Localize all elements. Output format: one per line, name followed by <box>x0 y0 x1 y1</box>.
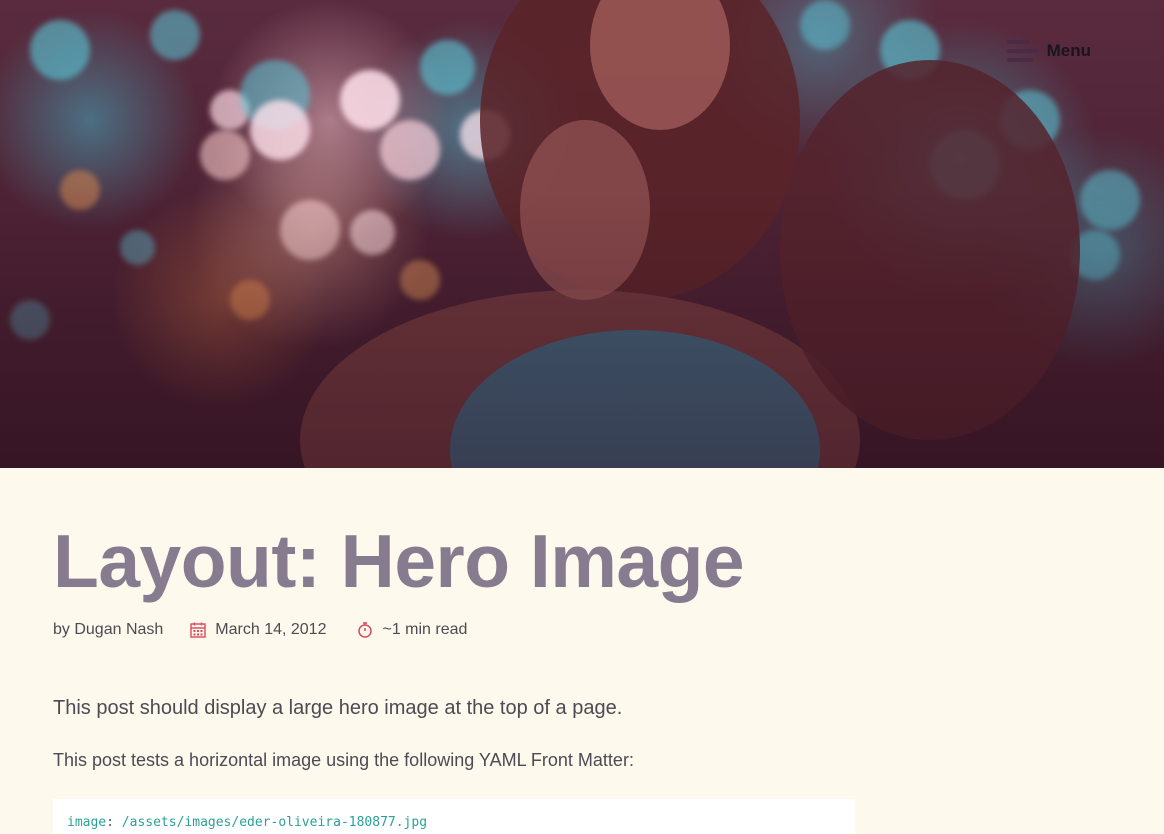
hamburger-icon <box>1006 40 1039 62</box>
menu-label: Menu <box>1046 41 1091 60</box>
post-date-text: March 14, 2012 <box>215 621 327 638</box>
hero-image: Menu <box>0 0 1164 468</box>
page-title: Layout: Hero Image <box>53 519 745 603</box>
post-content: Layout: Hero Image by Dugan Nash March 1… <box>53 468 1113 834</box>
post-meta: by Dugan Nash March 14, 2012 ~1 min read <box>53 621 1113 639</box>
code-value: /assets/images/eder-oliveira-180877.jpg <box>121 815 428 830</box>
code-block: image: /assets/images/eder-oliveira-1808… <box>53 799 855 834</box>
post-paragraph: This post tests a horizontal image using… <box>53 750 634 770</box>
page: Menu Layout: Hero Image by Dugan Nash Ma… <box>0 0 1164 834</box>
post-author: by Dugan Nash <box>53 621 164 638</box>
post-lead: This post should display a large hero im… <box>53 697 623 719</box>
code-separator: : <box>106 815 114 830</box>
stopwatch-icon <box>356 621 374 639</box>
post-read-time-text: ~1 min read <box>382 621 468 638</box>
calendar-icon <box>189 621 207 639</box>
post-read-time: ~1 min read <box>356 621 467 639</box>
post-date: March 14, 2012 <box>189 621 326 639</box>
menu-button[interactable]: Menu <box>1006 40 1091 62</box>
code-key: image <box>67 815 107 830</box>
